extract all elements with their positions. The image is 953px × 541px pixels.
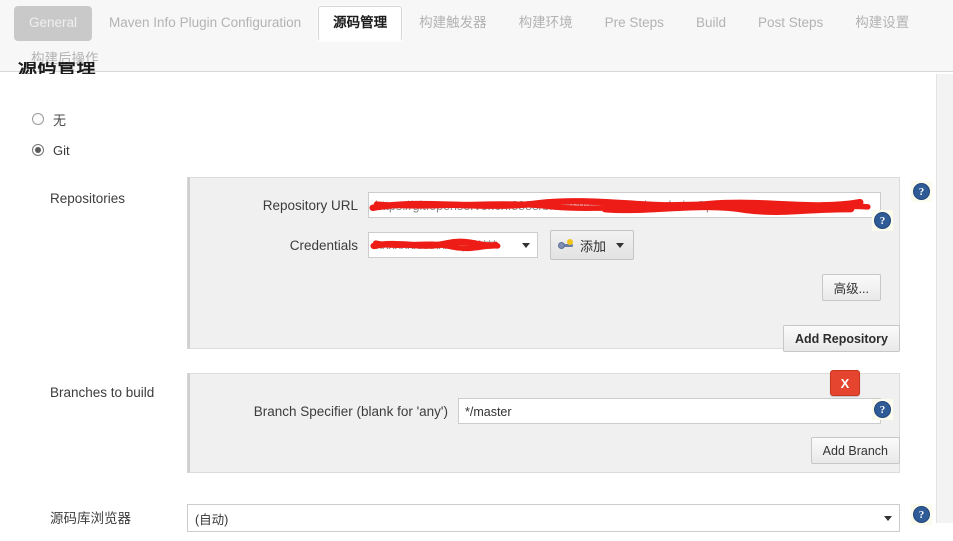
- tab-build[interactable]: Build: [681, 6, 741, 41]
- radio-git[interactable]: [32, 144, 44, 156]
- repositories-block: Repositories Repository URL https://git.…: [0, 177, 953, 357]
- repository-url-row: Repository URL https://git.openserver.cn…: [208, 192, 881, 218]
- repository-browser-select[interactable]: (自动): [187, 504, 900, 532]
- branch-specifier-label: Branch Specifier (blank for 'any'): [253, 403, 448, 419]
- tab-build-env[interactable]: 构建环境: [504, 6, 588, 41]
- chevron-down-icon[interactable]: [616, 242, 625, 248]
- branch-specifier-row: Branch Specifier (blank for 'any') */mas…: [208, 398, 881, 424]
- repositories-panel-inner: Repository URL https://git.openserver.cn…: [188, 177, 900, 349]
- repository-browser-help-wrap: ?: [911, 504, 932, 525]
- credentials-label: Credentials: [289, 237, 358, 253]
- tab-post-steps[interactable]: Post Steps: [743, 6, 838, 41]
- repository-url-label: Repository URL: [262, 197, 358, 213]
- key-icon: [558, 239, 575, 251]
- branch-specifier-value: */master: [465, 405, 512, 419]
- scm-option-git-label: Git: [53, 142, 70, 158]
- add-branch-row: Add Branch: [187, 437, 900, 464]
- advanced-button[interactable]: 高级...: [821, 274, 881, 301]
- branches-label: Branches to build: [50, 385, 155, 400]
- help-icon-branch-specifier[interactable]: ?: [874, 401, 891, 418]
- delete-branch-button[interactable]: X: [830, 370, 860, 396]
- page-right-rail: [936, 74, 953, 523]
- help-icon-repository-url[interactable]: ?: [874, 212, 891, 229]
- scm-content: 无 Git Repositories Repository URL https:…: [0, 74, 953, 532]
- repository-url-help-wrap: ?: [872, 210, 893, 231]
- scm-option-none-label: 无: [53, 112, 67, 128]
- help-icon-repository-browser[interactable]: ?: [913, 506, 930, 523]
- tab-pre-steps[interactable]: Pre Steps: [590, 6, 679, 41]
- repository-browser-value: (自动): [195, 512, 229, 527]
- repository-url-value: https://git.openserver.cn:8888/blockchai…: [375, 199, 775, 213]
- scm-option-git[interactable]: Git: [0, 137, 953, 163]
- tab-maven-info[interactable]: Maven Info Plugin Configuration: [94, 6, 316, 41]
- chevron-down-icon: [884, 515, 892, 521]
- repositories-label: Repositories: [50, 191, 126, 206]
- scm-option-none[interactable]: 无: [0, 106, 953, 132]
- add-branch-button[interactable]: Add Branch: [810, 437, 900, 464]
- credentials-value: xxxxxxxxxxxxxq/******: [376, 238, 497, 252]
- radio-none[interactable]: [32, 113, 44, 125]
- credentials-row: Credentials xxxxxxxxxxxxxq/****** 添加: [208, 230, 881, 260]
- branch-specifier-help-wrap: ?: [872, 399, 893, 420]
- tab-general[interactable]: General: [14, 6, 93, 41]
- add-credentials-button[interactable]: 添加: [550, 230, 635, 260]
- tab-row-primary: General Maven Info Plugin Configuration …: [14, 6, 953, 42]
- tab-build-triggers[interactable]: 构建触发器: [404, 6, 502, 41]
- repository-browser-label: 源码库浏览器: [50, 511, 131, 526]
- branches-block: Branches to build Branch Specifier (blan…: [0, 370, 953, 483]
- branch-specifier-input[interactable]: */master: [458, 398, 881, 424]
- repositories-help-wrap: ?: [911, 181, 932, 202]
- credentials-select[interactable]: xxxxxxxxxxxxxq/******: [368, 232, 538, 258]
- jenkins-job-config-page: General Maven Info Plugin Configuration …: [0, 0, 953, 532]
- advanced-button-row: 高级...: [208, 274, 881, 301]
- tab-build-settings[interactable]: 构建设置: [840, 6, 924, 41]
- tab-scm[interactable]: 源码管理: [318, 6, 403, 41]
- chevron-down-icon: [522, 242, 530, 248]
- add-credentials-label: 添加: [580, 238, 607, 254]
- repository-url-input[interactable]: https://git.openserver.cn:8888/blockchai…: [368, 192, 881, 218]
- add-repository-row: Add Repository: [187, 325, 900, 352]
- add-repository-button[interactable]: Add Repository: [782, 325, 900, 352]
- help-icon-repositories[interactable]: ?: [913, 183, 930, 200]
- repository-browser-block: 源码库浏览器 (自动) ?: [0, 501, 953, 541]
- repositories-panel: Repository URL https://git.openserver.cn…: [187, 177, 900, 349]
